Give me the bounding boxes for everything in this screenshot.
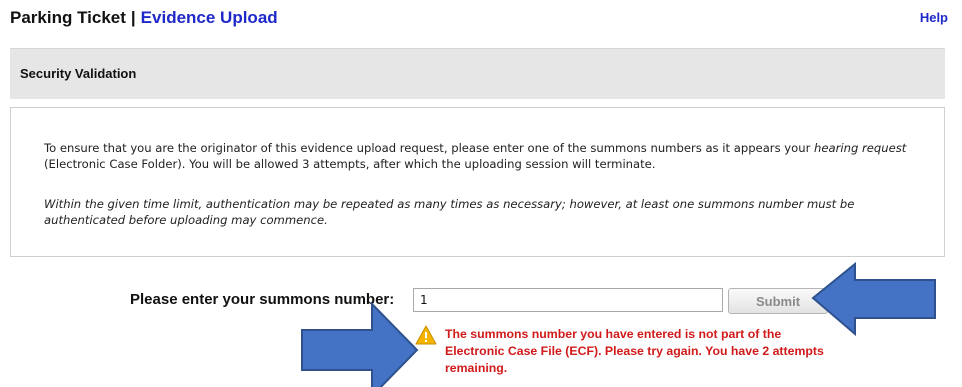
section-header: Security Validation xyxy=(10,48,945,99)
time-limit-note: Within the given time limit, authenticat… xyxy=(44,197,855,227)
instructions-paragraph: To ensure that you are the originator of… xyxy=(44,140,914,172)
page: Parking Ticket | Evidence Upload Help Secu… xyxy=(0,0,962,387)
page-title: Parking Ticket | Evidence Upload xyxy=(10,8,278,28)
instructions-text-2: (Electronic Case Folder). You will be al… xyxy=(44,157,656,171)
summons-input[interactable] xyxy=(413,288,723,312)
title-separator: | xyxy=(130,8,136,27)
help-link[interactable]: Help xyxy=(920,10,948,25)
annotation-arrow-right xyxy=(301,301,419,387)
instructions-text-1: To ensure that you are the originator of… xyxy=(44,141,815,155)
page-title-main: Parking Ticket xyxy=(10,8,126,27)
error-message: The summons number you have entered is n… xyxy=(445,327,824,375)
instructions-emphasis: hearing request xyxy=(814,141,907,155)
page-subtitle: Evidence Upload xyxy=(140,8,278,27)
annotation-arrow-left xyxy=(811,262,936,337)
section-title: Security Validation xyxy=(20,66,137,81)
info-box: To ensure that you are the originator of… xyxy=(10,107,945,257)
